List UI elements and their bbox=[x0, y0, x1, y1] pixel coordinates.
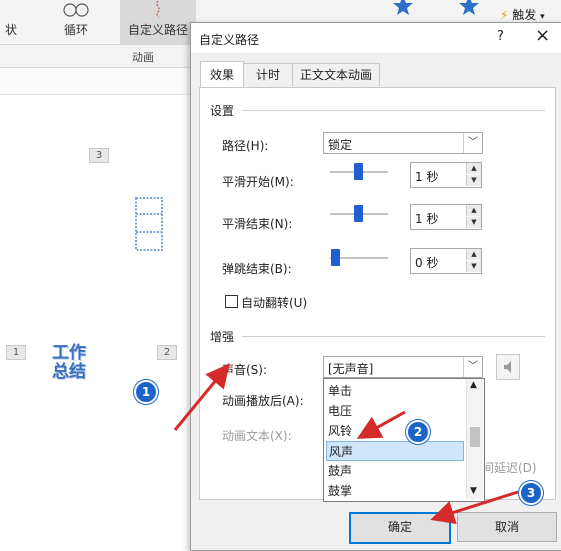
group-label: 动画 bbox=[132, 51, 154, 64]
path-select[interactable]: 锁定 ﹀ bbox=[323, 132, 483, 154]
slide-logo[interactable]: 工作 总结 bbox=[44, 344, 94, 382]
custom-path-icon bbox=[156, 0, 160, 18]
dialog-titlebar: 自定义路径 ? × bbox=[191, 23, 561, 53]
spin-up-icon[interactable]: ▲ bbox=[466, 249, 481, 260]
lightning-icon: ⚡ bbox=[500, 8, 509, 22]
bounce-end-spinner[interactable]: 0 秒 ▲ ▼ bbox=[410, 248, 482, 274]
bounce-end-label: 弹跳结束(B): bbox=[222, 262, 292, 276]
list-item[interactable]: 风铃 bbox=[326, 421, 462, 441]
enhance-section-title: 增强 bbox=[210, 330, 235, 344]
scroll-down-icon[interactable]: ▼ bbox=[470, 486, 477, 496]
sound-volume-button[interactable] bbox=[496, 354, 520, 380]
spin-up-icon[interactable]: ▲ bbox=[466, 205, 481, 216]
bounce-end-value: 0 秒 bbox=[415, 256, 439, 270]
slide-top-band bbox=[0, 68, 190, 95]
after-animation-label: 动画播放后(A): bbox=[222, 394, 304, 408]
delay-hint-label: 间延迟(D) bbox=[482, 461, 537, 475]
close-button[interactable]: × bbox=[535, 25, 550, 46]
settings-section-title: 设置 bbox=[210, 104, 235, 118]
cancel-button[interactable]: 取消 bbox=[457, 512, 557, 542]
smooth-end-value: 1 秒 bbox=[415, 212, 439, 226]
auto-reverse-label: 自动翻转(U) bbox=[241, 296, 308, 310]
sound-label: 声音(S): bbox=[222, 363, 268, 377]
scrollbar-thumb[interactable] bbox=[470, 427, 480, 447]
help-button[interactable]: ? bbox=[497, 29, 504, 44]
sound-dropdown-list[interactable]: 单击 电压 风铃 风声 鼓声 鼓掌 ▲ ▼ bbox=[323, 378, 485, 502]
smooth-end-slider-thumb[interactable] bbox=[354, 205, 363, 222]
star-icon bbox=[459, 0, 479, 15]
spin-up-icon[interactable]: ▲ bbox=[466, 163, 481, 174]
auto-reverse-checkbox[interactable] bbox=[225, 295, 238, 308]
dialog-title: 自定义路径 bbox=[199, 33, 260, 47]
trigger-button[interactable]: ⚡ 触发 ▾ bbox=[500, 6, 545, 23]
spin-down-icon[interactable]: ▼ bbox=[466, 175, 481, 186]
path-label: 路径(H): bbox=[222, 139, 269, 153]
bounce-end-slider-thumb[interactable] bbox=[331, 249, 340, 266]
chevron-down-icon: ▾ bbox=[540, 12, 545, 22]
dropdown-scrollbar[interactable]: ▲ ▼ bbox=[466, 379, 483, 499]
chevron-down-icon[interactable]: ﹀ bbox=[463, 357, 482, 377]
loop-button[interactable]: 循环 bbox=[48, 0, 104, 44]
smooth-start-spinner[interactable]: 1 秒 ▲ ▼ bbox=[410, 162, 482, 188]
smooth-start-label: 平滑开始(M): bbox=[222, 175, 294, 189]
smooth-end-label: 平滑结束(N): bbox=[222, 217, 293, 231]
path-value: 锁定 bbox=[328, 138, 353, 152]
ribbon-partial-label: 状 bbox=[4, 23, 17, 37]
spin-down-icon[interactable]: ▼ bbox=[466, 261, 481, 272]
list-item[interactable]: 鼓掌 bbox=[326, 481, 462, 501]
custom-path-label: 自定义路径 bbox=[127, 23, 188, 37]
ok-button[interactable]: 确定 bbox=[349, 512, 451, 544]
animation-tag-2[interactable]: 2 bbox=[157, 345, 177, 360]
sound-select[interactable]: [无声音] ﹀ bbox=[323, 356, 483, 378]
slide-shape-icon[interactable] bbox=[134, 196, 164, 252]
custom-path-dialog: 自定义路径 ? × 效果 计时 正文文本动画 设置 路径(H): 锁定 ﹀ 平滑… bbox=[190, 22, 561, 551]
list-item[interactable]: 电压 bbox=[326, 401, 462, 421]
animation-tag-3[interactable]: 3 bbox=[89, 148, 109, 163]
slide-canvas[interactable] bbox=[0, 68, 190, 549]
chevron-down-icon[interactable]: ﹀ bbox=[463, 133, 482, 153]
smooth-start-slider-thumb[interactable] bbox=[354, 163, 363, 180]
tab-effect[interactable]: 效果 bbox=[200, 61, 244, 87]
animation-tag-1[interactable]: 1 bbox=[6, 345, 26, 360]
ribbon-button-partial[interactable]: 状 bbox=[0, 0, 22, 44]
loop-label: 循环 bbox=[63, 23, 88, 37]
list-item[interactable]: 单击 bbox=[326, 381, 462, 401]
callout-3: 3 bbox=[519, 481, 543, 505]
list-item-selected[interactable]: 风声 bbox=[326, 441, 464, 461]
tab-timing[interactable]: 计时 bbox=[242, 63, 294, 86]
divider bbox=[242, 336, 545, 337]
speaker-icon bbox=[504, 361, 511, 373]
divider bbox=[242, 110, 545, 111]
custom-path-button[interactable]: 自定义路径 bbox=[120, 0, 196, 44]
scroll-up-icon[interactable]: ▲ bbox=[470, 380, 477, 390]
effect-panel: 设置 路径(H): 锁定 ﹀ 平滑开始(M): 1 秒 ▲ ▼ 平滑结束(N):… bbox=[199, 87, 556, 502]
callout-2: 2 bbox=[406, 420, 430, 444]
animate-text-label: 动画文本(X): bbox=[222, 429, 292, 443]
trigger-label: 触发 bbox=[512, 8, 537, 22]
sound-value: [无声音] bbox=[328, 362, 374, 376]
smooth-end-spinner[interactable]: 1 秒 ▲ ▼ bbox=[410, 204, 482, 230]
smooth-start-value: 1 秒 bbox=[415, 170, 439, 184]
logo-line-1: 工作 bbox=[52, 343, 86, 363]
logo-line-2: 总结 bbox=[52, 362, 86, 382]
list-item[interactable]: 鼓声 bbox=[326, 461, 462, 481]
tab-text-animation[interactable]: 正文文本动画 bbox=[292, 63, 380, 86]
loop-icon bbox=[63, 3, 89, 17]
star-icon bbox=[393, 0, 413, 15]
spin-down-icon[interactable]: ▼ bbox=[466, 217, 481, 228]
callout-1: 1 bbox=[134, 380, 158, 404]
